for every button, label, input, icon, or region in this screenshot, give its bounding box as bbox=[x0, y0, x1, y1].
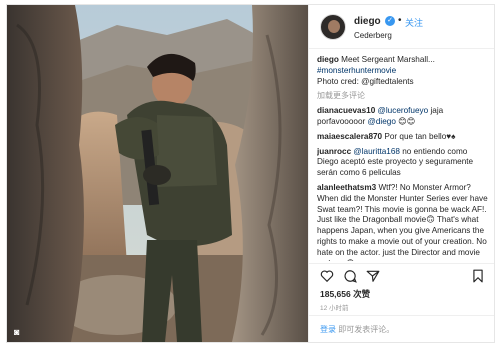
hashtag-link[interactable]: #monsterhuntermovie bbox=[317, 66, 396, 75]
footer-text: 即可发表评论。 bbox=[336, 325, 395, 334]
username-link[interactable]: diego bbox=[354, 16, 381, 27]
instagram-post-window: ◙ diego ✓ • 关注 Cederberg diego Meet Serg… bbox=[6, 4, 495, 343]
post-timestamp: 12 小时前 bbox=[320, 305, 349, 312]
verified-badge-icon: ✓ bbox=[385, 16, 395, 26]
bookmark-icon[interactable] bbox=[471, 269, 485, 283]
list-item: dianacuevas10 @lucerofueyo jaja porfavoo… bbox=[317, 106, 444, 126]
heart-icon[interactable] bbox=[320, 269, 334, 283]
mention-link[interactable]: @lauritta168 bbox=[353, 147, 400, 156]
comment-footer: 登录 即可发表评论。 bbox=[309, 315, 494, 342]
mention-link[interactable]: @diego bbox=[368, 117, 396, 126]
comment-username[interactable]: maiaescalera870 bbox=[317, 132, 382, 141]
photo-soldier-in-rocks bbox=[7, 5, 308, 342]
comment-username[interactable]: dianacuevas10 bbox=[317, 106, 375, 115]
comment-username[interactable]: diego bbox=[317, 55, 339, 64]
photo-credit: Photo cred: @giftedtalents bbox=[317, 76, 414, 86]
avatar[interactable] bbox=[320, 14, 346, 40]
list-item: juanrocc @lauritta168 no entiendo como D… bbox=[317, 146, 474, 178]
comment-icon[interactable] bbox=[343, 269, 357, 283]
instagram-glyph: ◙ bbox=[14, 327, 20, 337]
comment-username[interactable]: alanleethatsm3 bbox=[317, 183, 376, 192]
separator-dot: • bbox=[398, 15, 402, 26]
list-item: alanleethatsm3 Wtf?! No Monster Armor? W… bbox=[317, 182, 488, 261]
login-link[interactable]: 登录 bbox=[320, 325, 336, 334]
follow-button[interactable]: 关注 bbox=[405, 16, 423, 29]
comments-list: diego Meet Sergeant Marshall... #monster… bbox=[317, 55, 489, 261]
caption-comment: diego Meet Sergeant Marshall... #monster… bbox=[317, 55, 435, 86]
load-more-comments-link[interactable]: 加载更多评论 bbox=[317, 91, 489, 102]
location-link[interactable]: Cederberg bbox=[354, 31, 392, 40]
post-sidebar: diego ✓ • 关注 Cederberg diego Meet Sergea… bbox=[308, 5, 494, 342]
mention-link[interactable]: @lucerofueyo bbox=[378, 106, 429, 115]
post-photo[interactable]: ◙ bbox=[7, 5, 308, 342]
comment-username[interactable]: juanrocc bbox=[317, 147, 351, 156]
share-icon[interactable] bbox=[366, 269, 380, 283]
list-item: maiaescalera870 Por que tan bello♥♠ bbox=[317, 131, 456, 141]
post-header: diego ✓ • 关注 Cederberg bbox=[309, 5, 494, 49]
likes-count[interactable]: 185,656 次赞 bbox=[320, 288, 370, 300]
action-bar bbox=[309, 263, 494, 285]
